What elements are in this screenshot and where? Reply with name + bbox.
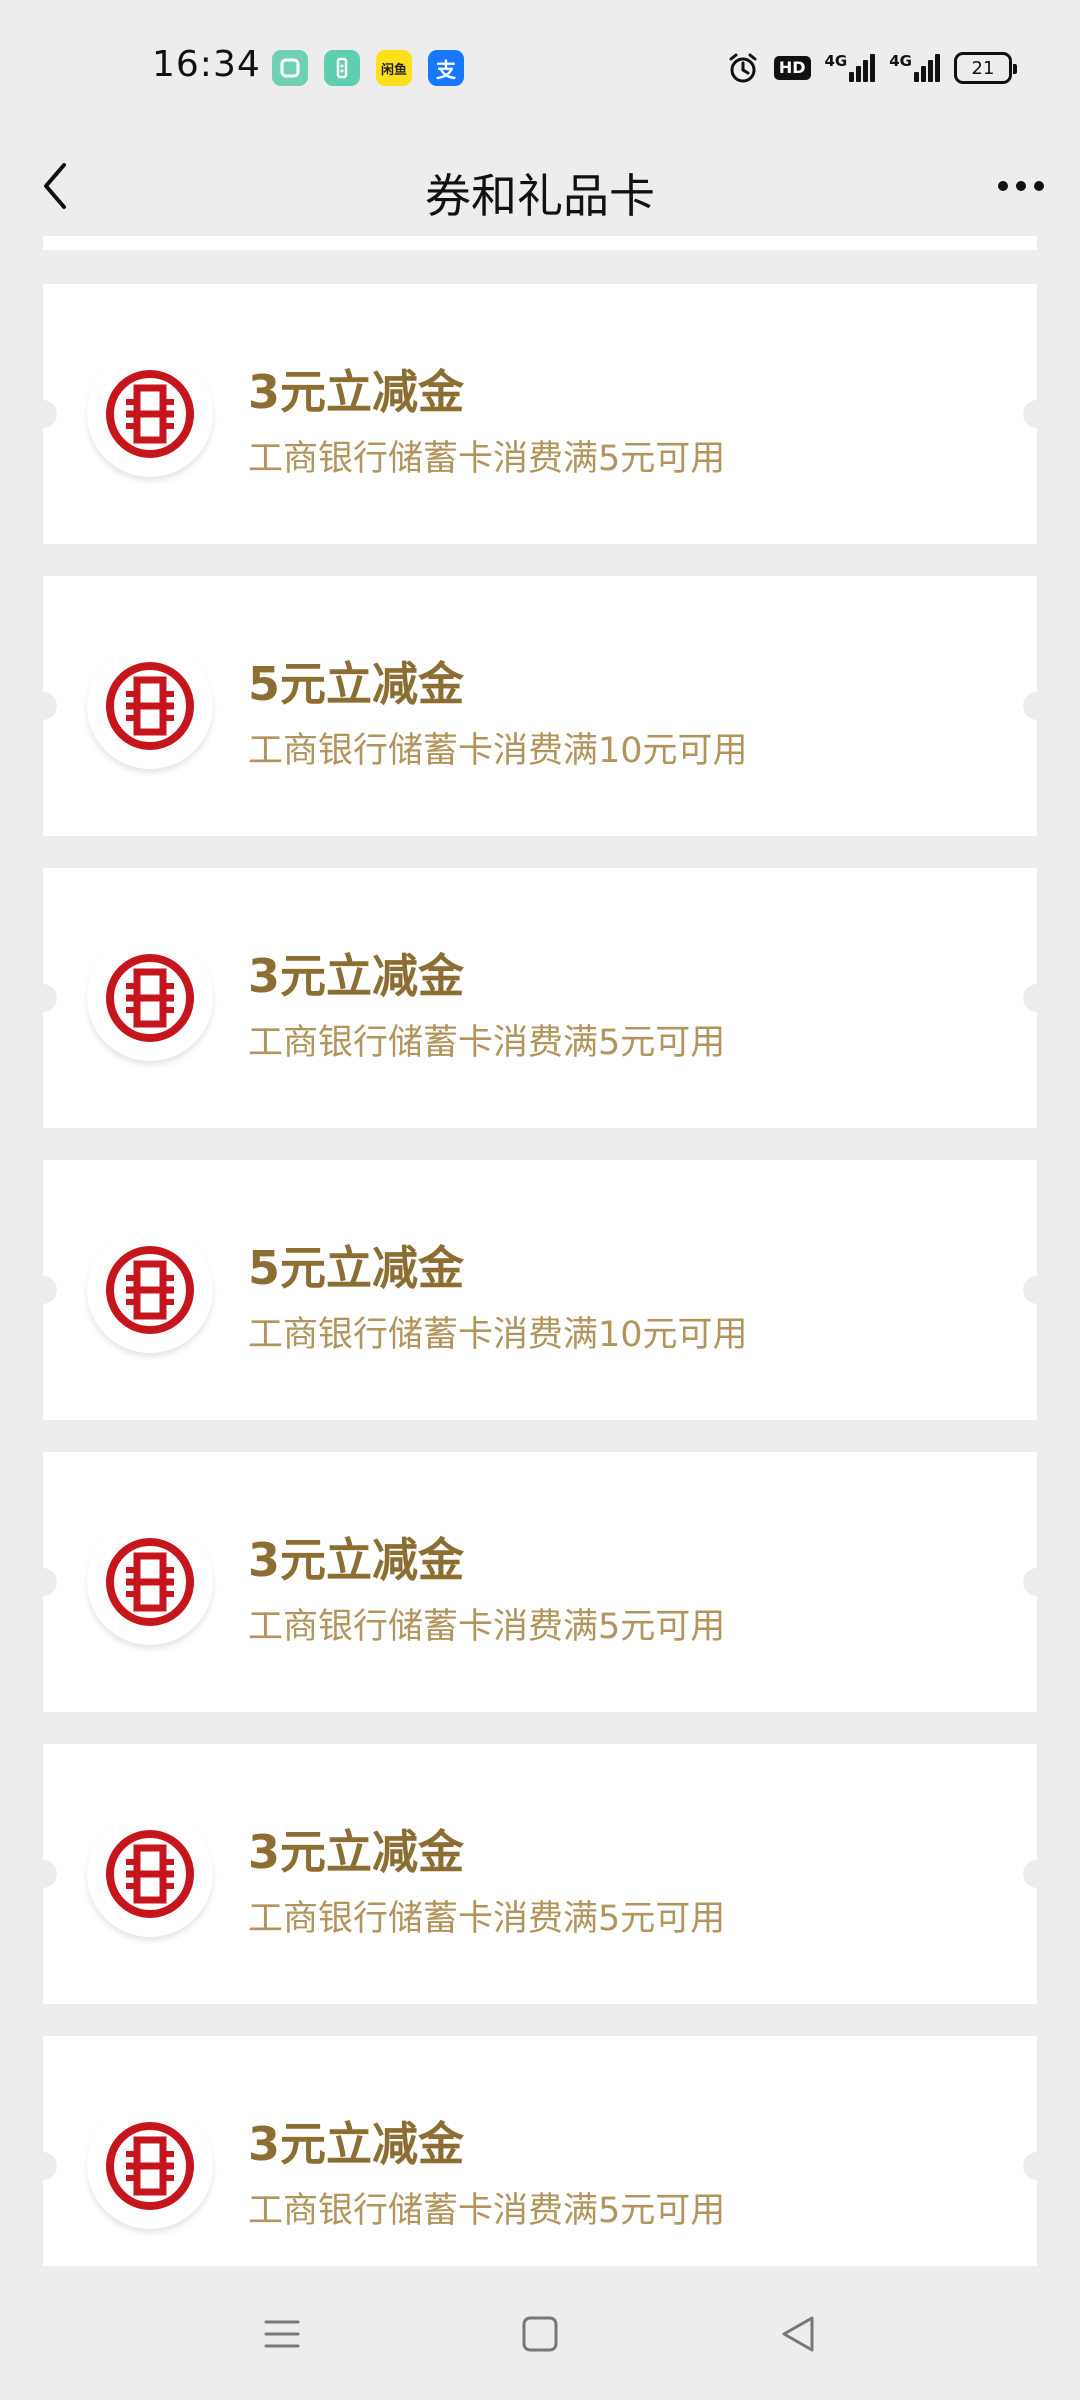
ticket-notch [29,1568,57,1596]
alipay-label: 支 [436,57,456,82]
ticket-notch [1023,1568,1051,1596]
icbc-logo-icon [87,1519,213,1645]
hd-badge: HD [773,56,811,80]
coupon-card[interactable]: 5元立减金 工商银行储蓄卡消费满10元可用 [29,1160,1051,1420]
alipay-app-icon: 支 [428,50,464,86]
back-nav-button[interactable] [766,2302,830,2366]
ticket-notch [1023,2152,1051,2180]
app-notification-icon-2 [324,50,360,86]
more-dot-icon [1016,181,1026,191]
xianyu-app-icon: 闲鱼 [376,50,412,86]
home-button[interactable] [508,2302,572,2366]
back-triangle-icon [782,2316,814,2352]
alarm-icon [729,53,757,83]
icbc-logo-icon [87,643,213,769]
app-notification-icon-1 [272,50,308,86]
net-label-1: 4G [824,52,848,70]
coupon-card[interactable]: 3元立减金 工商银行储蓄卡消费满5元可用 [29,1452,1051,1712]
icbc-logo-icon [87,2103,213,2229]
status-indicators: HD 4G 4G 21 [726,50,1017,86]
coupon-card-partial[interactable] [43,236,1037,250]
coupon-description: 工商银行储蓄卡消费满5元可用 [248,2191,726,2231]
coupon-list[interactable]: 3元立减金 工商银行储蓄卡消费满5元可用 5元立减金 工商银行储蓄卡消费满10元… [0,236,1080,2266]
ticket-notch [29,692,57,720]
ticket-notch [1023,1276,1051,1304]
coupon-description: 工商银行储蓄卡消费满5元可用 [248,1023,726,1063]
coupon-description: 工商银行储蓄卡消费满5元可用 [248,1607,726,1647]
coupon-title: 3元立减金 [248,1825,465,1879]
ticket-notch [29,2152,57,2180]
coupon-card[interactable]: 3元立减金 工商银行储蓄卡消费满5元可用 [29,2036,1051,2266]
signal-icon-2: 4G [889,54,940,82]
ticket-notch [1023,400,1051,428]
icbc-logo-icon [87,1227,213,1353]
net-label-2: 4G [889,52,912,70]
coupon-title: 5元立减金 [248,1241,465,1295]
coupon-title: 5元立减金 [248,657,465,711]
xianyu-label: 闲鱼 [380,62,407,78]
more-dot-icon [998,181,1008,191]
navigation-bar: 券和礼品卡 [0,136,1080,236]
icbc-logo-icon [87,935,213,1061]
page-title: 券和礼品卡 [425,169,655,223]
more-dot-icon [1034,181,1044,191]
signal-icon-1: 4G [825,54,876,82]
ticket-notch [1023,692,1051,720]
coupon-title: 3元立减金 [248,2117,465,2171]
coupon-description: 工商银行储蓄卡消费满10元可用 [248,731,748,771]
status-time: 16:34 [152,44,261,85]
coupon-description: 工商银行储蓄卡消费满5元可用 [248,1899,726,1939]
coupon-title: 3元立减金 [248,949,465,1003]
menu-icon [264,2320,300,2348]
ticket-notch [1023,984,1051,1012]
coupon-card[interactable]: 3元立减金 工商银行储蓄卡消费满5元可用 [29,1744,1051,2004]
battery-level: 21 [971,57,995,79]
ticket-notch [1023,1860,1051,1888]
ticket-notch [29,1860,57,1888]
coupon-description: 工商银行储蓄卡消费满5元可用 [248,439,726,479]
coupon-title: 3元立减金 [248,365,465,419]
coupon-card[interactable]: 5元立减金 工商银行储蓄卡消费满10元可用 [29,576,1051,836]
ticket-notch [29,984,57,1012]
coupon-description: 工商银行储蓄卡消费满10元可用 [248,1315,748,1355]
system-navigation-bar [0,2266,1080,2400]
recent-apps-button[interactable] [250,2302,314,2366]
coupon-title: 3元立减金 [248,1533,465,1587]
status-bar: 16:34 闲鱼 支 HD 4G 4G 21 [0,0,1080,136]
icbc-logo-icon [87,351,213,477]
ticket-notch [29,1276,57,1304]
more-options-button[interactable] [986,156,1056,216]
coupon-card[interactable]: 3元立减金 工商银行储蓄卡消费满5元可用 [29,868,1051,1128]
battery-icon: 21 [954,52,1017,84]
coupon-card[interactable]: 3元立减金 工商银行储蓄卡消费满5元可用 [29,284,1051,544]
icbc-logo-icon [87,1811,213,1937]
home-icon [522,2316,558,2352]
ticket-notch [29,400,57,428]
